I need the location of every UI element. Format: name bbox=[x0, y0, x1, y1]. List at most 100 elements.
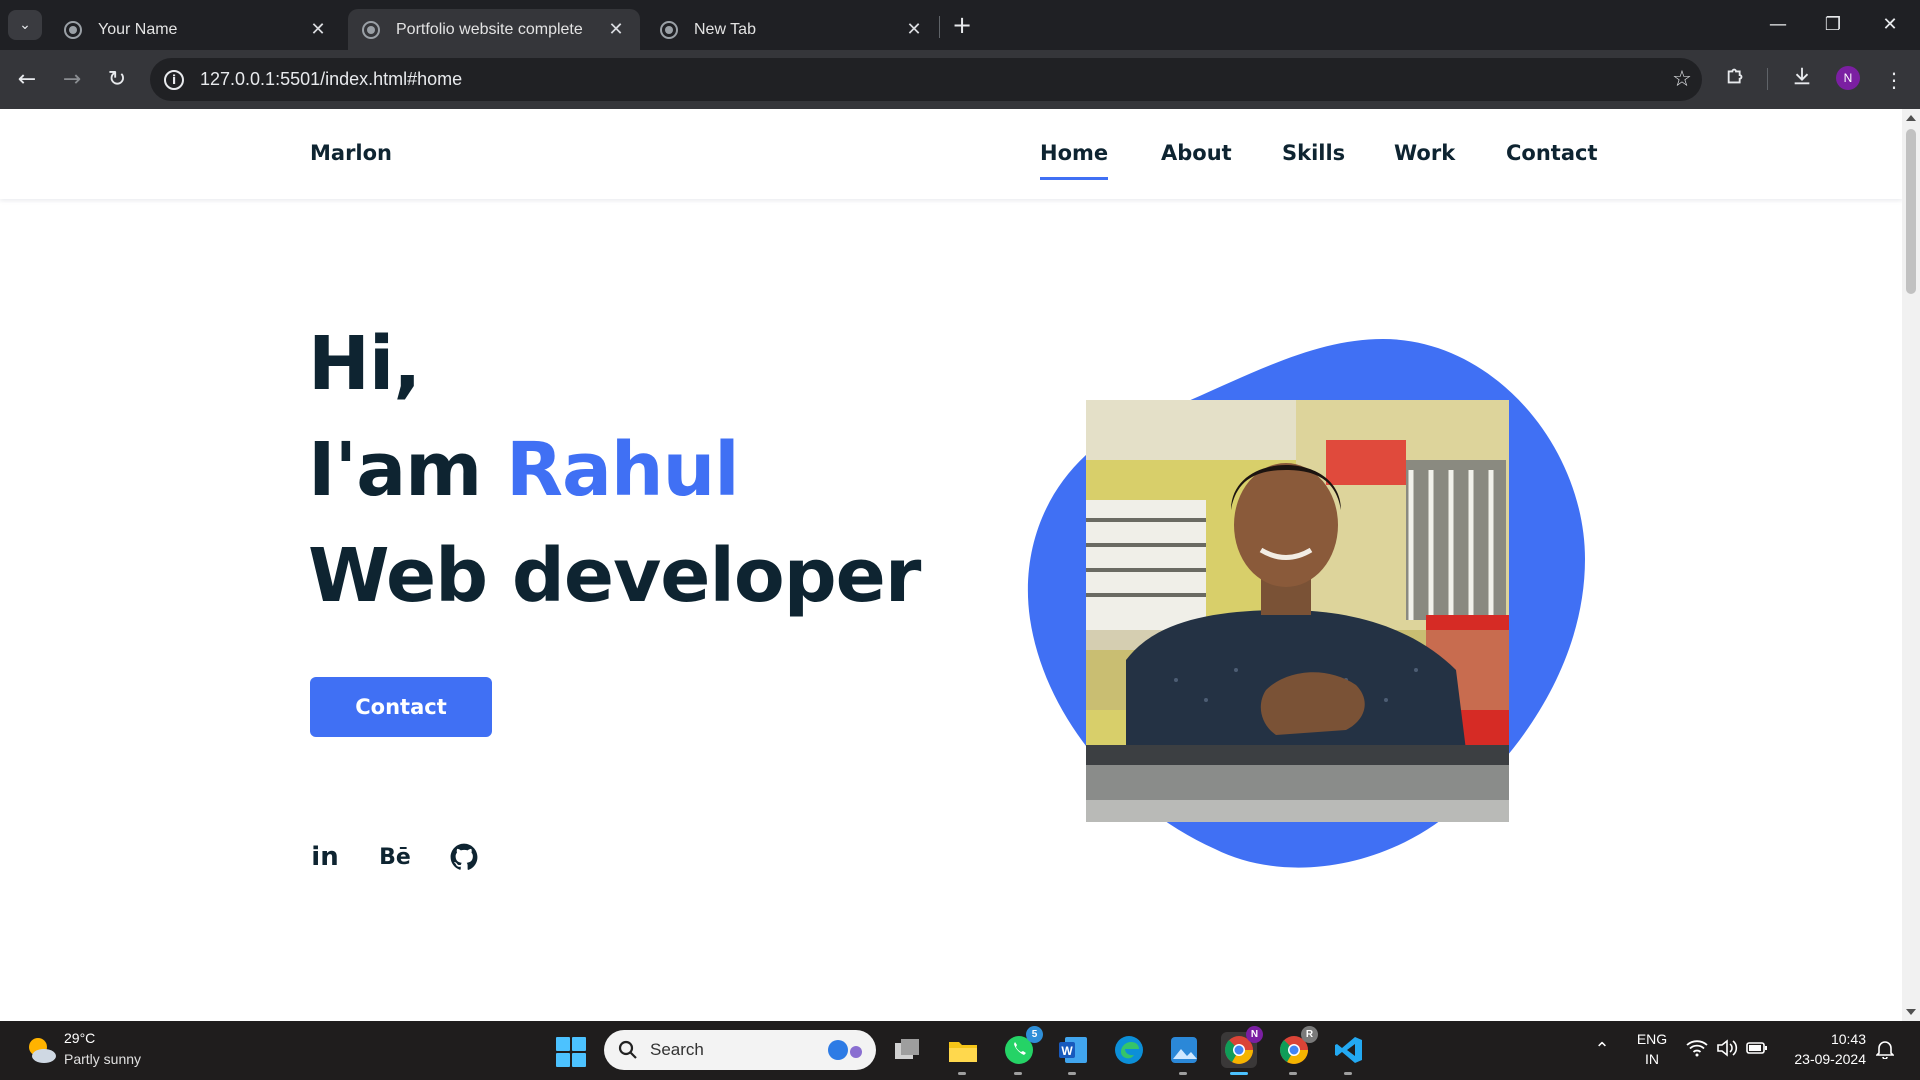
profile-badge: N bbox=[1246, 1026, 1263, 1043]
tab-title: Your Name bbox=[98, 20, 178, 38]
word-icon[interactable]: W bbox=[1055, 1032, 1091, 1075]
chrome-icon bbox=[660, 20, 678, 39]
reload-button[interactable]: ↻ bbox=[100, 63, 134, 97]
vscode-graphic bbox=[1335, 1037, 1362, 1063]
running-indicator bbox=[1179, 1072, 1187, 1075]
whatsapp-icon[interactable]: 5 bbox=[1001, 1026, 1043, 1075]
taskbar-search[interactable]: Search bbox=[604, 1030, 876, 1070]
tab-portfolio[interactable]: Portfolio website complete ✕ bbox=[348, 9, 640, 50]
bell-graphic bbox=[1875, 1041, 1895, 1060]
github-icon-graphic bbox=[450, 843, 478, 870]
nav-link-work[interactable]: Work bbox=[1394, 141, 1455, 165]
edge-icon[interactable] bbox=[1111, 1032, 1147, 1068]
start-square bbox=[572, 1037, 586, 1051]
globe-icon bbox=[64, 20, 82, 39]
chrome-icon[interactable]: N bbox=[1221, 1026, 1263, 1075]
behance-icon[interactable]: Bē bbox=[379, 842, 411, 872]
start-square bbox=[556, 1053, 570, 1067]
weather-condition[interactable]: Partly sunny bbox=[64, 1051, 141, 1067]
region-indicator[interactable]: IN bbox=[1632, 1051, 1672, 1067]
reload-icon: ↻ bbox=[107, 67, 127, 92]
edge-graphic bbox=[1115, 1036, 1143, 1064]
hero-greeting: Hi, bbox=[308, 321, 421, 407]
battery-graphic bbox=[1746, 1042, 1767, 1054]
nav-link-contact[interactable]: Contact bbox=[1506, 141, 1598, 165]
back-button[interactable]: ← bbox=[10, 63, 44, 97]
linkedin-icon[interactable]: in bbox=[310, 842, 340, 872]
battery-icon[interactable] bbox=[1745, 1039, 1769, 1060]
close-icon[interactable]: ✕ bbox=[606, 19, 626, 40]
tab-new-tab[interactable]: New Tab ✕ bbox=[646, 9, 938, 50]
wifi-graphic bbox=[1686, 1040, 1708, 1057]
running-indicator bbox=[1014, 1072, 1022, 1075]
url-text[interactable]: 127.0.0.1:5501/index.html#home bbox=[200, 69, 1662, 90]
page-scrollbar[interactable] bbox=[1902, 109, 1920, 1021]
clock-time[interactable]: 10:43 bbox=[1786, 1031, 1866, 1047]
photos-graphic bbox=[1171, 1037, 1197, 1063]
nav-link-about[interactable]: About bbox=[1161, 141, 1232, 165]
close-icon[interactable]: ✕ bbox=[308, 19, 328, 40]
task-view-icon[interactable] bbox=[890, 1032, 926, 1068]
restore-button[interactable]: ❐ bbox=[1813, 10, 1853, 40]
profile-photo bbox=[1086, 400, 1509, 822]
site-logo[interactable]: Marlon bbox=[310, 141, 392, 165]
profile-badge: R bbox=[1301, 1026, 1318, 1043]
info-icon[interactable]: i bbox=[164, 69, 184, 90]
browser-menu-button[interactable]: ⋮ bbox=[1878, 64, 1910, 96]
profile-avatar[interactable]: N bbox=[1836, 66, 1860, 90]
search-placeholder: Search bbox=[650, 1040, 704, 1059]
hero-intro: I'am Rahul bbox=[308, 427, 740, 513]
word-graphic: W bbox=[1059, 1037, 1087, 1063]
language-indicator[interactable]: ENG bbox=[1632, 1031, 1672, 1047]
contact-button[interactable]: Contact bbox=[310, 677, 492, 737]
profile-photo-graphic bbox=[1086, 400, 1509, 822]
scrollbar-thumb[interactable] bbox=[1906, 129, 1916, 294]
nav-link-skills[interactable]: Skills bbox=[1282, 141, 1345, 165]
scroll-down-icon[interactable] bbox=[1906, 1009, 1916, 1015]
page-viewport: Marlon Home About Skills Work Contact Hi… bbox=[0, 109, 1902, 1021]
tab-separator bbox=[939, 16, 940, 38]
github-icon[interactable] bbox=[449, 842, 479, 872]
downloads-button[interactable] bbox=[1786, 64, 1818, 96]
toolbar-separator bbox=[1767, 68, 1768, 90]
running-indicator bbox=[1289, 1072, 1297, 1075]
restore-icon: ❐ bbox=[1824, 14, 1842, 35]
volume-graphic bbox=[1717, 1039, 1738, 1057]
scroll-up-icon[interactable] bbox=[1906, 115, 1916, 121]
hero-name: Rahul bbox=[506, 427, 740, 513]
wifi-icon[interactable] bbox=[1685, 1039, 1709, 1062]
nav-link-home[interactable]: Home bbox=[1040, 141, 1109, 180]
notification-bell-icon[interactable] bbox=[1873, 1039, 1897, 1064]
volume-icon[interactable] bbox=[1715, 1039, 1739, 1062]
close-window-button[interactable]: ✕ bbox=[1870, 10, 1910, 40]
tab-your-name[interactable]: Your Name ✕ bbox=[50, 9, 342, 50]
partly-sunny-icon[interactable] bbox=[24, 1033, 58, 1067]
chrome-profile-icon[interactable]: R bbox=[1276, 1026, 1318, 1075]
close-icon: ✕ bbox=[1882, 14, 1898, 35]
photos-icon[interactable] bbox=[1166, 1032, 1202, 1075]
globe-icon bbox=[362, 20, 380, 39]
new-tab-button[interactable]: + bbox=[948, 12, 976, 40]
extensions-button[interactable] bbox=[1720, 64, 1752, 96]
address-bar[interactable]: i 127.0.0.1:5501/index.html#home ☆ bbox=[150, 58, 1702, 101]
vscode-icon[interactable] bbox=[1331, 1032, 1367, 1075]
hero-role: Web developer bbox=[308, 533, 921, 619]
file-explorer-icon[interactable] bbox=[945, 1032, 981, 1075]
arrow-left-icon: ← bbox=[17, 67, 37, 92]
windows-start-icon[interactable] bbox=[556, 1037, 586, 1067]
search-highlight-icon bbox=[828, 1040, 862, 1060]
clock-date[interactable]: 23-09-2024 bbox=[1776, 1051, 1866, 1067]
weather-temperature[interactable]: 29°C bbox=[64, 1030, 95, 1046]
tab-title: Portfolio website complete bbox=[396, 20, 583, 38]
task-view-graphic bbox=[895, 1039, 919, 1059]
chevron-up-icon[interactable]: ⌃ bbox=[1590, 1039, 1614, 1060]
running-indicator bbox=[1344, 1072, 1352, 1075]
minimize-button[interactable]: — bbox=[1758, 10, 1798, 40]
notification-badge: 5 bbox=[1026, 1026, 1043, 1043]
close-icon[interactable]: ✕ bbox=[904, 19, 924, 40]
browser-toolbar: ← → ↻ i 127.0.0.1:5501/index.html#home ☆… bbox=[0, 50, 1920, 109]
forward-button[interactable]: → bbox=[55, 63, 89, 97]
star-icon[interactable]: ☆ bbox=[1662, 67, 1702, 92]
tab-search-button[interactable]: ⌄ bbox=[8, 10, 42, 40]
start-square bbox=[556, 1037, 570, 1051]
